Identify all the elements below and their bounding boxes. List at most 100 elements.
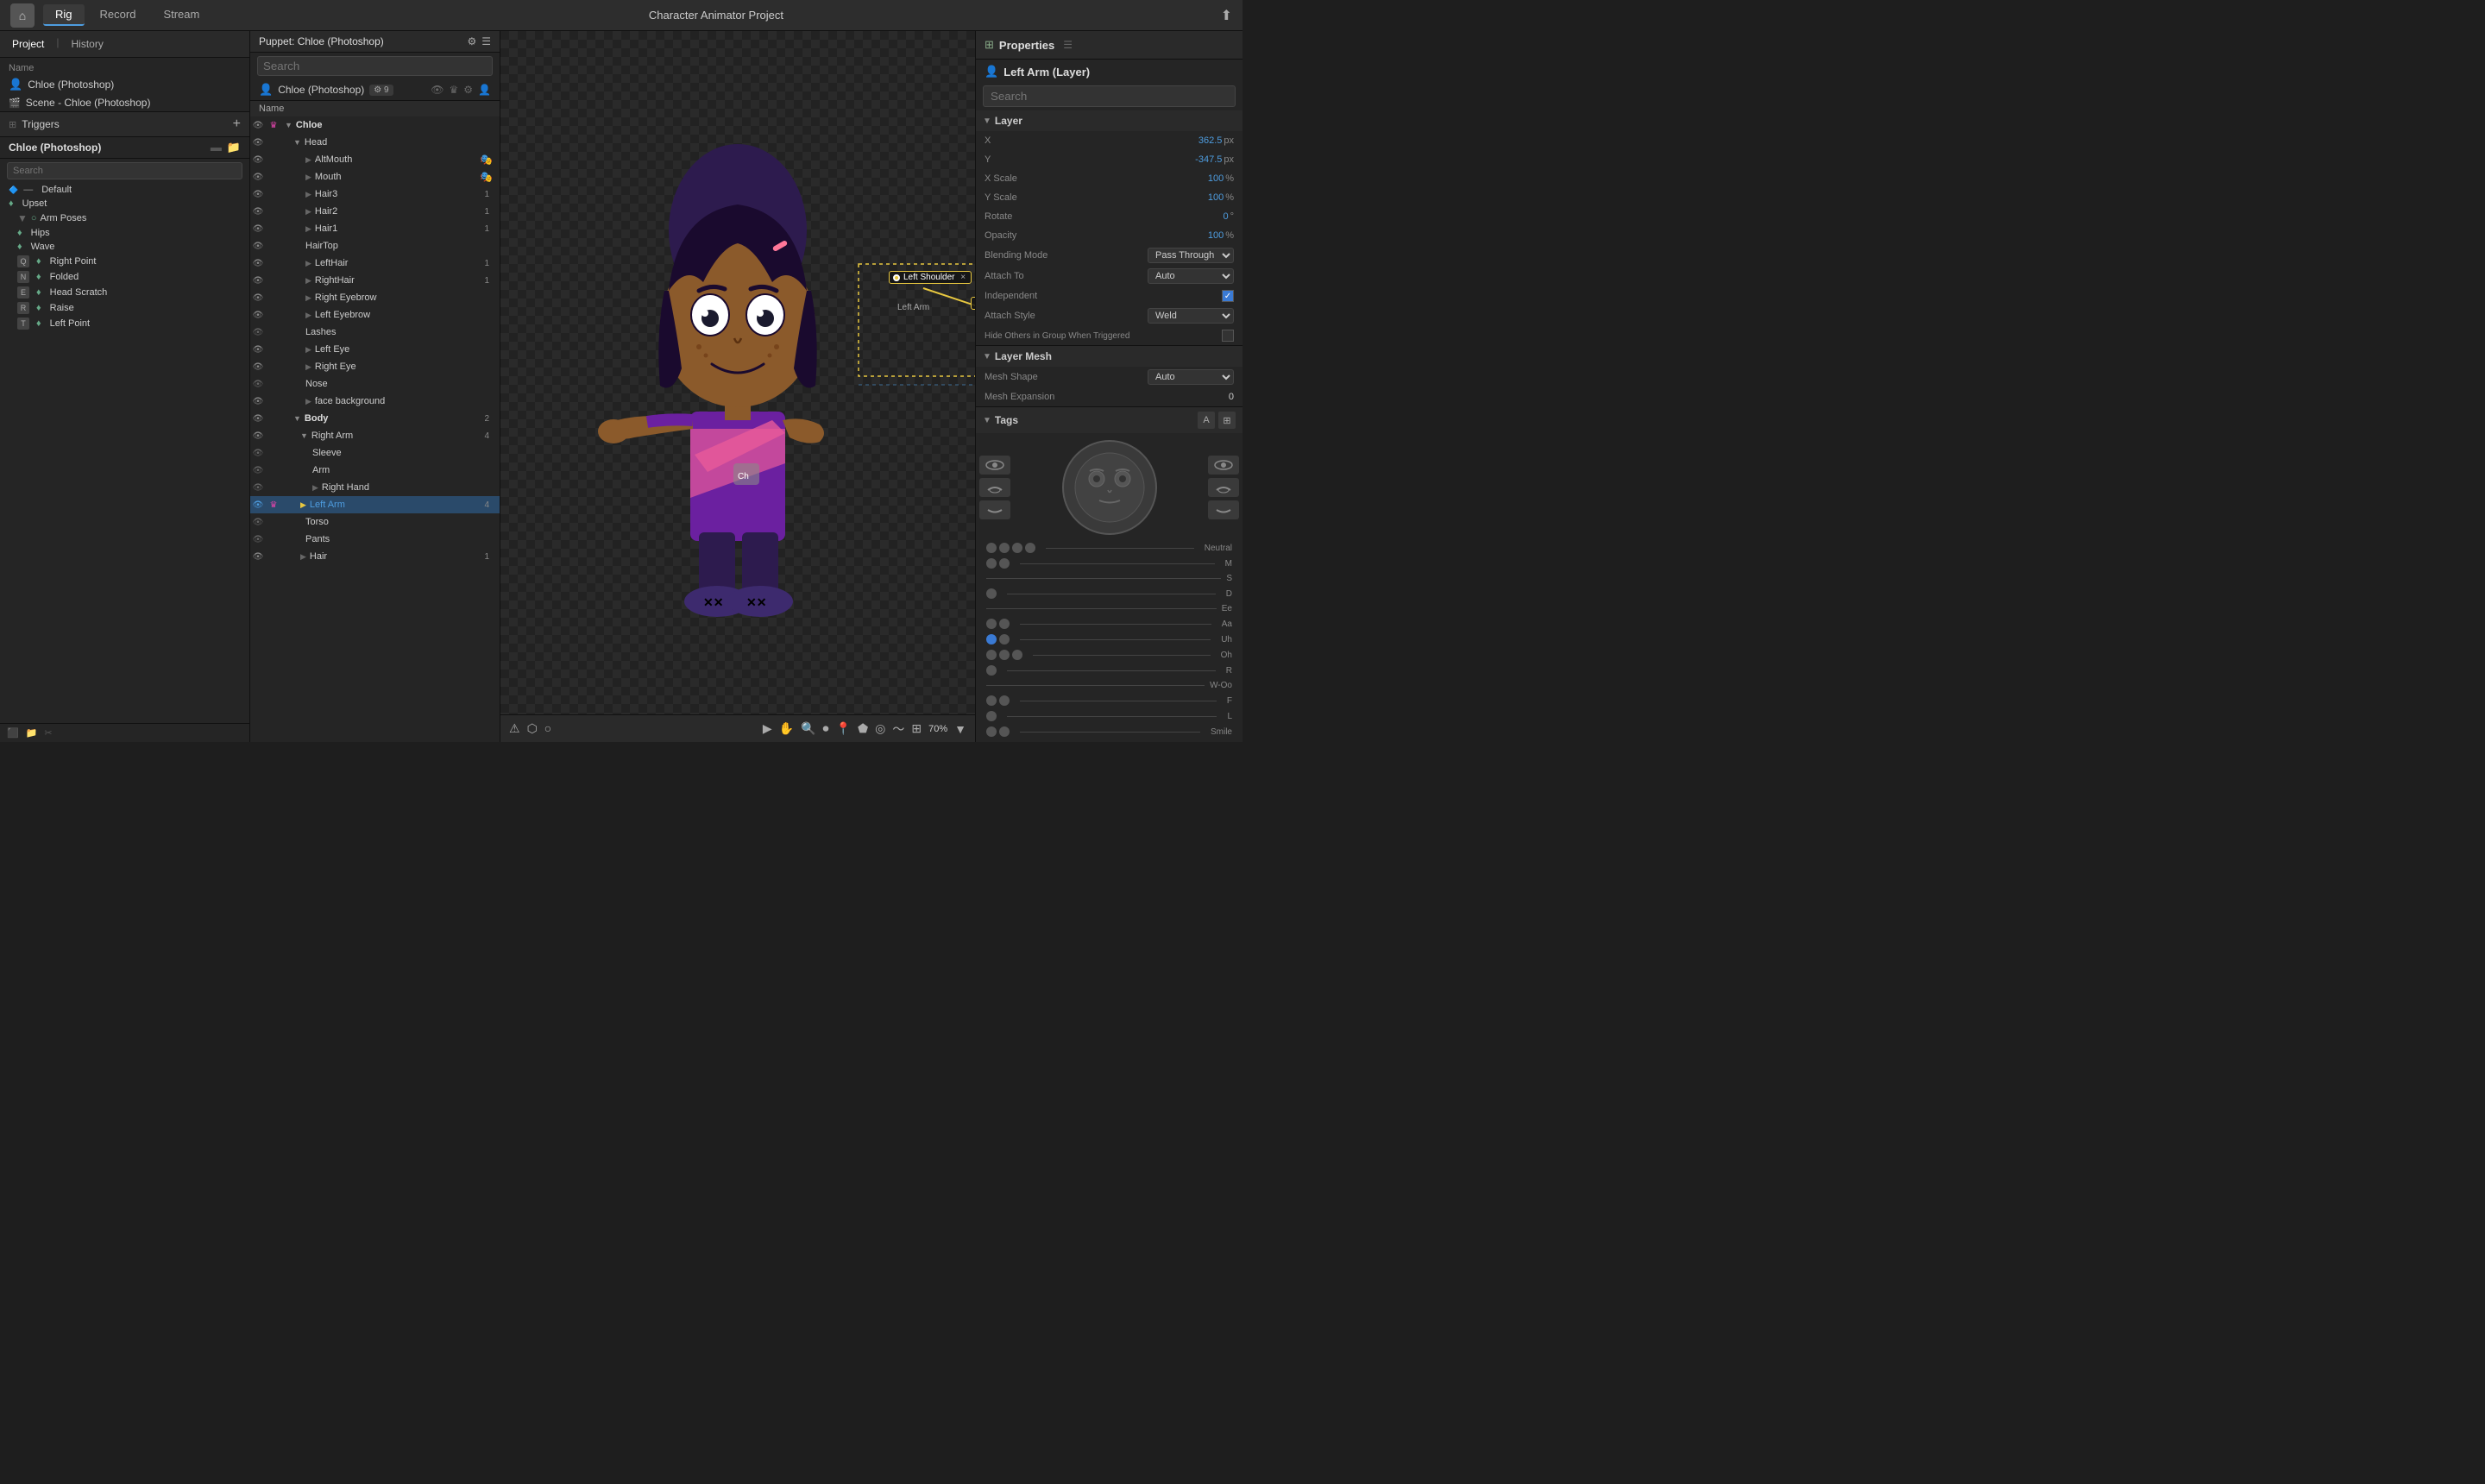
home-button[interactable]: ⌂ <box>10 3 35 28</box>
layer-vis-righthair[interactable]: 👁 <box>250 276 266 286</box>
puppet-header-icon2[interactable]: ☰ <box>481 35 491 47</box>
trigger-upset[interactable]: ♦ Upset <box>0 197 249 211</box>
y-value[interactable]: -347.5 <box>1195 154 1222 165</box>
layer-pants[interactable]: 👁 Pants <box>250 531 500 548</box>
export-button[interactable]: ⬆ <box>1221 7 1232 24</box>
layer-section-header[interactable]: ▼ Layer <box>976 110 1242 131</box>
layer-hair[interactable]: 👁 ▶ Hair 1 <box>250 548 500 565</box>
triggers-folder-icon[interactable]: 📁 <box>227 141 241 154</box>
layer-mouth[interactable]: 👁 ▶ Mouth 🎭 <box>250 168 500 186</box>
layer-vis-face-bg[interactable]: 👁 <box>250 397 266 406</box>
layer-vis-arm[interactable]: 👁 <box>250 466 266 475</box>
project-item-scene[interactable]: 🎬 Scene - Chloe (Photoshop) <box>0 94 249 111</box>
yscale-value[interactable]: 100 <box>1208 192 1224 203</box>
tool-grid-icon[interactable]: ⊞ <box>911 721 922 736</box>
mesh-expansion-value[interactable]: 0 <box>1229 392 1234 402</box>
tool-target-icon[interactable]: ◎ <box>875 721 885 736</box>
tool-circle-icon[interactable]: ○ <box>544 721 551 736</box>
layer-vis-altmouth[interactable]: 👁 <box>250 155 266 165</box>
mesh-shape-select[interactable]: Auto <box>1148 369 1234 385</box>
layer-right-eyebrow[interactable]: 👁 ▶ Right Eyebrow <box>250 289 500 306</box>
triggers-add-button[interactable]: + <box>233 116 241 132</box>
tool-warning-icon[interactable]: ⚠ <box>509 721 520 736</box>
layer-left-arm[interactable]: 👁 ♛ ▶ Left Arm 4 <box>250 496 500 513</box>
layer-right-hand[interactable]: 👁 ▶ Right Hand <box>250 479 500 496</box>
trigger-wave[interactable]: ♦ Wave <box>0 240 249 254</box>
layer-face-bg[interactable]: 👁 ▶ face background <box>250 393 500 410</box>
shoulder-close[interactable]: × <box>960 273 966 282</box>
layer-chloe[interactable]: 👁 ♛ ▼ Chloe <box>250 116 500 134</box>
layer-vis-lefthair[interactable]: 👁 <box>250 259 266 268</box>
layer-lefthair[interactable]: 👁 ▶ LeftHair 1 <box>250 255 500 272</box>
layer-left-eye[interactable]: 👁 ▶ Left Eye <box>250 341 500 358</box>
triggers-bottom-icon3[interactable]: ✂ <box>44 727 52 739</box>
trigger-arm-poses-group[interactable]: ▼ ○ Arm Poses <box>0 211 249 226</box>
tab-rig[interactable]: Rig <box>43 4 85 26</box>
puppet-header-icon1[interactable]: ⚙ <box>467 35 476 47</box>
tag-letter-icon[interactable]: A <box>1198 412 1215 429</box>
tool-pin-icon[interactable]: 📍 <box>836 721 851 736</box>
x-value[interactable]: 362.5 <box>1198 135 1223 146</box>
layer-hair1[interactable]: 👁 ▶ Hair1 1 <box>250 220 500 237</box>
layer-torso[interactable]: 👁 Torso <box>250 513 500 531</box>
layer-right-arm[interactable]: 👁 ▼ Right Arm 4 <box>250 427 500 444</box>
layer-head[interactable]: 👁 ▼ Head <box>250 134 500 151</box>
tool-mesh-icon[interactable]: ⬡ <box>527 721 538 736</box>
layer-crown-left-arm[interactable]: ♛ <box>266 500 281 510</box>
layer-vis-left-eye[interactable]: 👁 <box>250 345 266 355</box>
tool-select-icon[interactable]: ▶ <box>763 721 772 736</box>
layer-vis-mouth[interactable]: 👁 <box>250 173 266 182</box>
tool-wave-icon[interactable]: 〜 <box>892 720 904 738</box>
layer-nose[interactable]: 👁 Nose <box>250 375 500 393</box>
tab-stream[interactable]: Stream <box>151 4 211 26</box>
trigger-left-point[interactable]: T ♦ Left Point <box>0 316 249 331</box>
zoom-dropdown-icon[interactable]: ▼ <box>954 722 966 736</box>
trigger-head-scratch[interactable]: E ♦ Head Scratch <box>0 285 249 300</box>
properties-search-input[interactable] <box>983 85 1236 107</box>
layer-vis-right-eyebrow[interactable]: 👁 <box>250 293 266 303</box>
triggers-bottom-icon2[interactable]: 📁 <box>26 727 38 739</box>
triggers-bottom-bar-icon[interactable]: ▬ <box>211 141 222 154</box>
layer-vis-hair[interactable]: 👁 <box>250 552 266 562</box>
xscale-value[interactable]: 100 <box>1208 173 1224 184</box>
layer-vis-left-eyebrow[interactable]: 👁 <box>250 311 266 320</box>
layer-arm[interactable]: 👁 Arm <box>250 462 500 479</box>
layer-vis-right-hand[interactable]: 👁 <box>250 483 266 493</box>
tool-record-icon[interactable]: ⏺ <box>823 721 829 736</box>
layer-hairtop[interactable]: 👁 HairTop <box>250 237 500 255</box>
rotate-value[interactable]: 0 <box>1223 211 1228 222</box>
tag-grid-icon[interactable]: ⊞ <box>1218 412 1236 429</box>
layer-vis-hair3[interactable]: 👁 <box>250 190 266 199</box>
layer-hair3[interactable]: 👁 ▶ Hair3 1 <box>250 186 500 203</box>
tool-mesh2-icon[interactable]: ⬟ <box>858 721 868 736</box>
layer-vis-body[interactable]: 👁 <box>250 414 266 424</box>
layer-left-eyebrow[interactable]: 👁 ▶ Left Eyebrow <box>250 306 500 324</box>
triggers-bottom-icon1[interactable]: ⬛ <box>7 727 19 739</box>
properties-menu-icon[interactable]: ☰ <box>1063 39 1073 51</box>
trigger-raise[interactable]: R ♦ Raise <box>0 300 249 316</box>
layer-vis-lashes[interactable]: 👁 <box>250 328 266 337</box>
attach-to-select[interactable]: Auto <box>1148 268 1234 284</box>
tab-history[interactable]: History <box>66 36 108 52</box>
trigger-right-point[interactable]: Q ♦ Right Point <box>0 254 249 269</box>
layer-vis-hair1[interactable]: 👁 <box>250 224 266 234</box>
trigger-folded[interactable]: N ♦ Folded <box>0 269 249 285</box>
layer-hair2[interactable]: 👁 ▶ Hair2 1 <box>250 203 500 220</box>
layer-sleeve[interactable]: 👁 Sleeve <box>250 444 500 462</box>
layer-altmouth[interactable]: 👁 ▶ AltMouth 🎭 <box>250 151 500 168</box>
blending-mode-select[interactable]: Pass Through Normal Multiply <box>1148 248 1234 263</box>
tool-hand-icon[interactable]: ✋ <box>779 721 794 736</box>
layer-vis-head[interactable]: 👁 <box>250 138 266 148</box>
layer-vis-sleeve[interactable]: 👁 <box>250 449 266 458</box>
layer-crown-chloe[interactable]: ♛ <box>266 121 281 130</box>
layer-vis-hair2[interactable]: 👁 <box>250 207 266 217</box>
layer-body[interactable]: 👁 ▼ Body 2 <box>250 410 500 427</box>
triggers-search-input[interactable] <box>7 162 242 179</box>
canvas-viewport[interactable]: ✕✕ ✕✕ <box>500 31 975 714</box>
independent-checkbox[interactable]: ✓ <box>1222 290 1234 302</box>
opacity-value[interactable]: 100 <box>1208 230 1224 241</box>
attach-style-select[interactable]: Weld Pin <box>1148 308 1234 324</box>
layer-vis-chloe[interactable]: 👁 <box>250 121 266 130</box>
layer-mesh-header[interactable]: ▼ Layer Mesh <box>976 346 1242 367</box>
layer-right-eye[interactable]: 👁 ▶ Right Eye <box>250 358 500 375</box>
